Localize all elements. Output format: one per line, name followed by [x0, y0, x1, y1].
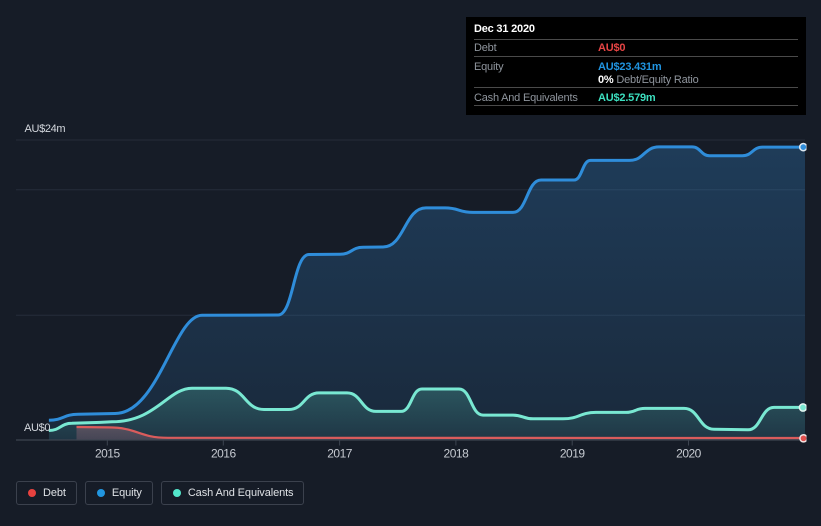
- svg-text:2018: 2018: [444, 447, 470, 461]
- svg-text:2016: 2016: [211, 447, 237, 461]
- svg-text:2020: 2020: [676, 447, 702, 461]
- svg-text:2015: 2015: [95, 447, 121, 461]
- svg-text:AU$0: AU$0: [24, 422, 50, 434]
- svg-text:2019: 2019: [560, 447, 586, 461]
- svg-text:2017: 2017: [327, 447, 353, 461]
- svg-text:AU$24m: AU$24m: [25, 123, 66, 135]
